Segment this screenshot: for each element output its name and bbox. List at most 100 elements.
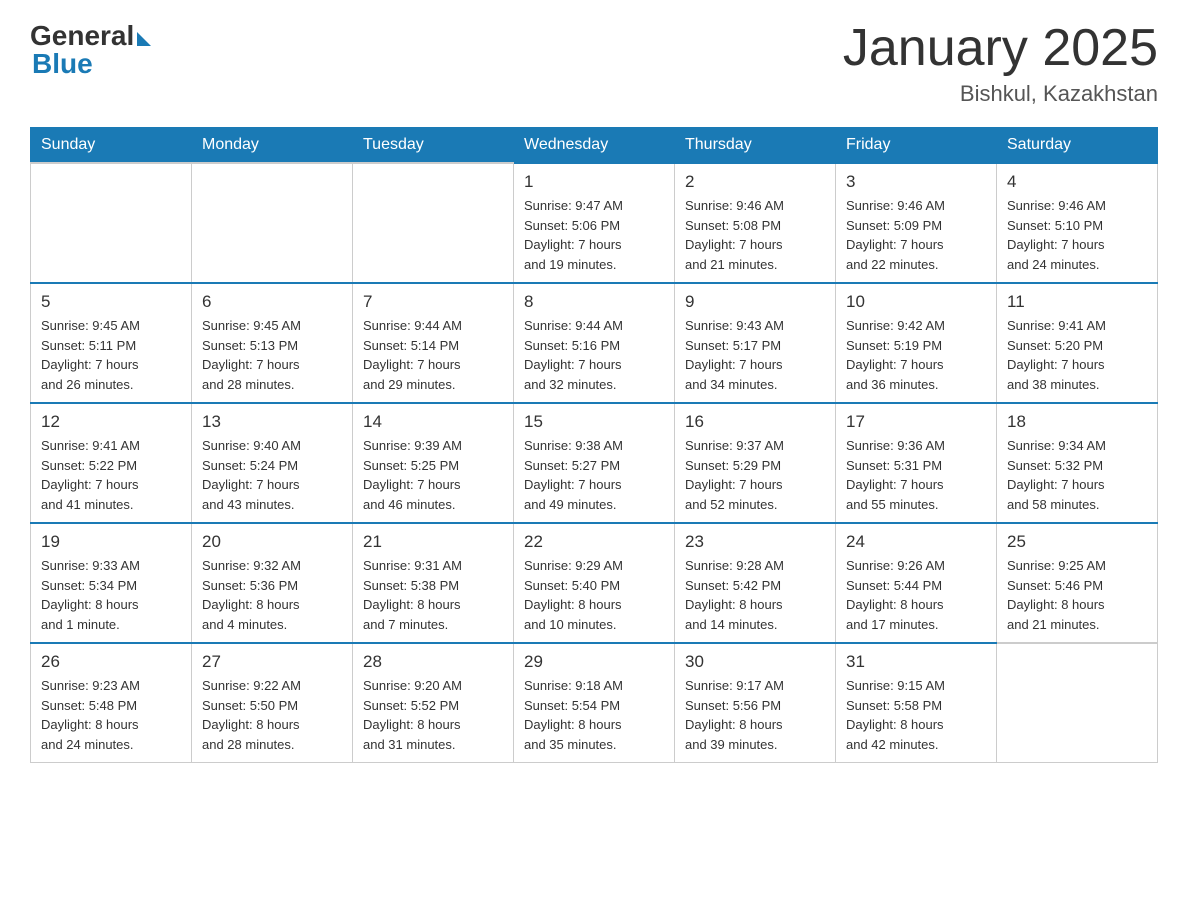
day-info: Sunrise: 9:42 AMSunset: 5:19 PMDaylight:… [846, 316, 986, 394]
day-info: Sunrise: 9:41 AMSunset: 5:22 PMDaylight:… [41, 436, 181, 514]
day-number: 15 [524, 412, 664, 432]
day-info: Sunrise: 9:15 AMSunset: 5:58 PMDaylight:… [846, 676, 986, 754]
day-number: 9 [685, 292, 825, 312]
day-number: 29 [524, 652, 664, 672]
location-title: Bishkul, Kazakhstan [843, 81, 1158, 107]
calendar-cell: 27Sunrise: 9:22 AMSunset: 5:50 PMDayligh… [192, 643, 353, 763]
day-info: Sunrise: 9:45 AMSunset: 5:13 PMDaylight:… [202, 316, 342, 394]
calendar-cell: 16 Sunrise: 9:37 AMSunset: 5:29 PMDayligh… [675, 403, 836, 523]
day-info: Sunrise: 9:46 AMSunset: 5:09 PMDaylight:… [846, 196, 986, 274]
day-number: 5 [41, 292, 181, 312]
day-number: 3 [846, 172, 986, 192]
day-info: Sunrise: 9:28 AMSunset: 5:42 PMDaylight:… [685, 556, 825, 634]
calendar-cell: 15 Sunrise: 9:38 AMSunset: 5:27 PMDayligh… [514, 403, 675, 523]
calendar-cell: 12 Sunrise: 9:41 AMSunset: 5:22 PMDayligh… [31, 403, 192, 523]
day-number: 25 [1007, 532, 1147, 552]
calendar-cell: 2 Sunrise: 9:46 AMSunset: 5:08 PMDaylight… [675, 163, 836, 283]
calendar-cell: 19Sunrise: 9:33 AMSunset: 5:34 PMDayligh… [31, 523, 192, 643]
calendar-cell: 5 Sunrise: 9:45 AMSunset: 5:11 PMDaylight… [31, 283, 192, 403]
day-number: 11 [1007, 292, 1147, 312]
calendar-cell: 7 Sunrise: 9:44 AMSunset: 5:14 PMDaylight… [353, 283, 514, 403]
day-number: 2 [685, 172, 825, 192]
calendar-cell: 1 Sunrise: 9:47 AMSunset: 5:06 PMDaylight… [514, 163, 675, 283]
logo: General Blue [30, 20, 151, 80]
calendar-cell [192, 163, 353, 283]
calendar-cell: 10 Sunrise: 9:42 AMSunset: 5:19 PMDayligh… [836, 283, 997, 403]
day-number: 20 [202, 532, 342, 552]
calendar-cell: 11 Sunrise: 9:41 AMSunset: 5:20 PMDayligh… [997, 283, 1158, 403]
calendar-cell: 23 Sunrise: 9:28 AMSunset: 5:42 PMDayligh… [675, 523, 836, 643]
day-number: 18 [1007, 412, 1147, 432]
day-number: 8 [524, 292, 664, 312]
day-number: 7 [363, 292, 503, 312]
calendar-cell: 9Sunrise: 9:43 AMSunset: 5:17 PMDaylight… [675, 283, 836, 403]
calendar-cell: 28Sunrise: 9:20 AMSunset: 5:52 PMDayligh… [353, 643, 514, 763]
day-number: 19 [41, 532, 181, 552]
day-number: 12 [41, 412, 181, 432]
day-info: Sunrise: 9:31 AMSunset: 5:38 PMDaylight:… [363, 556, 503, 634]
col-header-monday: Monday [192, 128, 353, 164]
day-number: 23 [685, 532, 825, 552]
day-number: 10 [846, 292, 986, 312]
day-number: 14 [363, 412, 503, 432]
day-info: Sunrise: 9:47 AMSunset: 5:06 PMDaylight:… [524, 196, 664, 274]
calendar-cell: 24Sunrise: 9:26 AMSunset: 5:44 PMDayligh… [836, 523, 997, 643]
day-number: 13 [202, 412, 342, 432]
week-row-3: 12 Sunrise: 9:41 AMSunset: 5:22 PMDayligh… [31, 403, 1158, 523]
col-header-tuesday: Tuesday [353, 128, 514, 164]
calendar-cell: 25 Sunrise: 9:25 AMSunset: 5:46 PMDayligh… [997, 523, 1158, 643]
calendar-body: 1 Sunrise: 9:47 AMSunset: 5:06 PMDaylight… [31, 163, 1158, 763]
week-row-5: 26Sunrise: 9:23 AMSunset: 5:48 PMDayligh… [31, 643, 1158, 763]
day-info: Sunrise: 9:17 AMSunset: 5:56 PMDaylight:… [685, 676, 825, 754]
days-header-row: SundayMondayTuesdayWednesdayThursdayFrid… [31, 128, 1158, 164]
calendar-cell: 8 Sunrise: 9:44 AMSunset: 5:16 PMDaylight… [514, 283, 675, 403]
calendar-cell: 17Sunrise: 9:36 AMSunset: 5:31 PMDayligh… [836, 403, 997, 523]
calendar-table: SundayMondayTuesdayWednesdayThursdayFrid… [30, 127, 1158, 763]
calendar-cell: 13 Sunrise: 9:40 AMSunset: 5:24 PMDayligh… [192, 403, 353, 523]
calendar-cell [997, 643, 1158, 763]
calendar-cell: 3 Sunrise: 9:46 AMSunset: 5:09 PMDaylight… [836, 163, 997, 283]
day-info: Sunrise: 9:29 AMSunset: 5:40 PMDaylight:… [524, 556, 664, 634]
day-number: 17 [846, 412, 986, 432]
calendar-cell: 31Sunrise: 9:15 AMSunset: 5:58 PMDayligh… [836, 643, 997, 763]
day-info: Sunrise: 9:44 AMSunset: 5:16 PMDaylight:… [524, 316, 664, 394]
day-info: Sunrise: 9:40 AMSunset: 5:24 PMDaylight:… [202, 436, 342, 514]
calendar-cell: 29Sunrise: 9:18 AMSunset: 5:54 PMDayligh… [514, 643, 675, 763]
logo-arrow-icon [137, 32, 151, 46]
day-number: 22 [524, 532, 664, 552]
calendar-cell: 26Sunrise: 9:23 AMSunset: 5:48 PMDayligh… [31, 643, 192, 763]
day-number: 4 [1007, 172, 1147, 192]
day-info: Sunrise: 9:26 AMSunset: 5:44 PMDaylight:… [846, 556, 986, 634]
calendar-cell: 4 Sunrise: 9:46 AMSunset: 5:10 PMDaylight… [997, 163, 1158, 283]
calendar-cell: 20 Sunrise: 9:32 AMSunset: 5:36 PMDayligh… [192, 523, 353, 643]
calendar-cell: 18 Sunrise: 9:34 AMSunset: 5:32 PMDayligh… [997, 403, 1158, 523]
day-number: 30 [685, 652, 825, 672]
day-info: Sunrise: 9:22 AMSunset: 5:50 PMDaylight:… [202, 676, 342, 754]
day-info: Sunrise: 9:46 AMSunset: 5:10 PMDaylight:… [1007, 196, 1147, 274]
day-info: Sunrise: 9:34 AMSunset: 5:32 PMDaylight:… [1007, 436, 1147, 514]
day-number: 16 [685, 412, 825, 432]
day-number: 28 [363, 652, 503, 672]
title-block: January 2025 Bishkul, Kazakhstan [843, 20, 1158, 107]
day-info: Sunrise: 9:45 AMSunset: 5:11 PMDaylight:… [41, 316, 181, 394]
day-info: Sunrise: 9:32 AMSunset: 5:36 PMDaylight:… [202, 556, 342, 634]
calendar-cell: 6 Sunrise: 9:45 AMSunset: 5:13 PMDaylight… [192, 283, 353, 403]
day-info: Sunrise: 9:37 AMSunset: 5:29 PMDaylight:… [685, 436, 825, 514]
col-header-sunday: Sunday [31, 128, 192, 164]
day-info: Sunrise: 9:44 AMSunset: 5:14 PMDaylight:… [363, 316, 503, 394]
week-row-4: 19Sunrise: 9:33 AMSunset: 5:34 PMDayligh… [31, 523, 1158, 643]
logo-blue-text: Blue [32, 48, 93, 80]
calendar-cell [353, 163, 514, 283]
col-header-friday: Friday [836, 128, 997, 164]
day-number: 1 [524, 172, 664, 192]
day-number: 21 [363, 532, 503, 552]
calendar-cell [31, 163, 192, 283]
day-info: Sunrise: 9:41 AMSunset: 5:20 PMDaylight:… [1007, 316, 1147, 394]
day-number: 26 [41, 652, 181, 672]
day-number: 6 [202, 292, 342, 312]
day-info: Sunrise: 9:25 AMSunset: 5:46 PMDaylight:… [1007, 556, 1147, 634]
week-row-1: 1 Sunrise: 9:47 AMSunset: 5:06 PMDaylight… [31, 163, 1158, 283]
day-info: Sunrise: 9:46 AMSunset: 5:08 PMDaylight:… [685, 196, 825, 274]
page-header: General Blue January 2025 Bishkul, Kazak… [30, 20, 1158, 107]
day-info: Sunrise: 9:38 AMSunset: 5:27 PMDaylight:… [524, 436, 664, 514]
